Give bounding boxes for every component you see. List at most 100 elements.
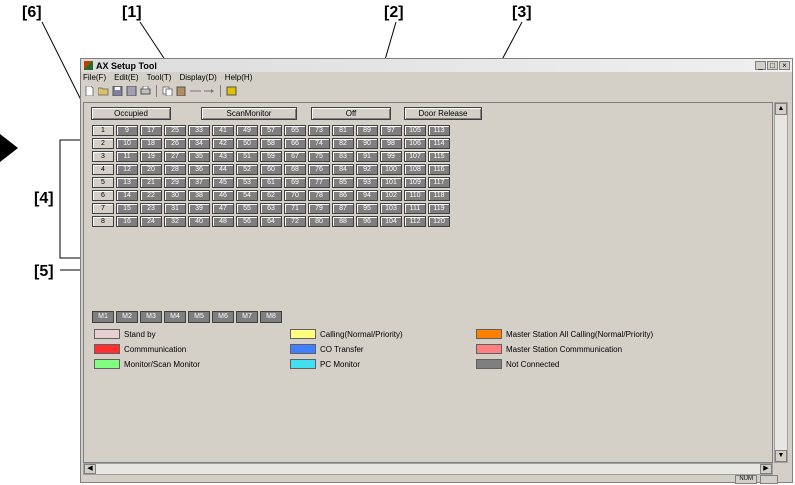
station-button[interactable]: 22 [140, 190, 162, 201]
paste-icon[interactable] [176, 86, 187, 96]
master-station-button[interactable]: M3 [140, 311, 162, 323]
open-folder-icon[interactable] [98, 86, 109, 96]
station-button[interactable]: 52 [236, 164, 258, 175]
station-button[interactable]: 44 [212, 164, 234, 175]
station-button[interactable]: 108 [404, 164, 426, 175]
station-button[interactable]: 67 [284, 151, 306, 162]
line-icon[interactable] [190, 86, 201, 96]
station-button[interactable]: 39 [188, 203, 210, 214]
print-icon[interactable] [140, 86, 151, 96]
station-button[interactable]: 56 [236, 216, 258, 227]
station-button[interactable]: 97 [380, 125, 402, 136]
station-button[interactable]: 95 [356, 203, 378, 214]
master-station-button[interactable]: M8 [260, 311, 282, 323]
station-button[interactable]: 30 [164, 190, 186, 201]
station-button[interactable]: 104 [380, 216, 402, 227]
station-button[interactable]: 74 [308, 138, 330, 149]
station-button[interactable]: 40 [188, 216, 210, 227]
station-button[interactable]: 51 [236, 151, 258, 162]
station-button[interactable]: 25 [164, 125, 186, 136]
station-button[interactable]: 31 [164, 203, 186, 214]
station-button[interactable]: 43 [212, 151, 234, 162]
row-selector-button[interactable]: 8 [92, 216, 114, 227]
scroll-down-button[interactable]: ▼ [775, 450, 787, 462]
station-button[interactable]: 68 [284, 164, 306, 175]
station-button[interactable]: 113 [428, 125, 450, 136]
station-button[interactable]: 83 [332, 151, 354, 162]
station-button[interactable]: 55 [236, 203, 258, 214]
station-button[interactable]: 109 [404, 177, 426, 188]
station-button[interactable]: 19 [140, 151, 162, 162]
station-button[interactable]: 20 [140, 164, 162, 175]
station-button[interactable]: 65 [284, 125, 306, 136]
master-station-button[interactable]: M1 [92, 311, 114, 323]
station-button[interactable]: 54 [236, 190, 258, 201]
door-release-button[interactable]: Door Release [404, 107, 482, 120]
station-button[interactable]: 99 [380, 151, 402, 162]
station-button[interactable]: 92 [356, 164, 378, 175]
row-selector-button[interactable]: 7 [92, 203, 114, 214]
arrow-icon[interactable] [204, 86, 215, 96]
station-button[interactable]: 29 [164, 177, 186, 188]
station-button[interactable]: 115 [428, 151, 450, 162]
horizontal-scrollbar[interactable]: ◀ ▶ [83, 463, 773, 475]
row-selector-button[interactable]: 6 [92, 190, 114, 201]
station-button[interactable]: 28 [164, 164, 186, 175]
row-selector-button[interactable]: 4 [92, 164, 114, 175]
menu-tool[interactable]: Tool(T) [147, 73, 172, 82]
master-station-button[interactable]: M4 [164, 311, 186, 323]
station-button[interactable]: 120 [428, 216, 450, 227]
row-selector-button[interactable]: 5 [92, 177, 114, 188]
station-button[interactable]: 63 [260, 203, 282, 214]
station-button[interactable]: 88 [332, 216, 354, 227]
copy-icon[interactable] [162, 86, 173, 96]
station-button[interactable]: 84 [332, 164, 354, 175]
station-button[interactable]: 13 [116, 177, 138, 188]
menu-display[interactable]: Display(D) [179, 73, 216, 82]
station-button[interactable]: 111 [404, 203, 426, 214]
scroll-right-button[interactable]: ▶ [760, 464, 772, 474]
station-button[interactable]: 100 [380, 164, 402, 175]
station-button[interactable]: 107 [404, 151, 426, 162]
station-button[interactable]: 98 [380, 138, 402, 149]
station-button[interactable]: 117 [428, 177, 450, 188]
station-button[interactable]: 37 [188, 177, 210, 188]
station-button[interactable]: 15 [116, 203, 138, 214]
row-selector-button[interactable]: 2 [92, 138, 114, 149]
row-selector-button[interactable]: 1 [92, 125, 114, 136]
station-button[interactable]: 53 [236, 177, 258, 188]
station-button[interactable]: 118 [428, 190, 450, 201]
station-button[interactable]: 62 [260, 190, 282, 201]
station-button[interactable]: 38 [188, 190, 210, 201]
maximize-button[interactable]: □ [767, 61, 778, 70]
station-button[interactable]: 66 [284, 138, 306, 149]
menu-file[interactable]: File(F) [83, 73, 106, 82]
menu-edit[interactable]: Edit(E) [114, 73, 138, 82]
station-button[interactable]: 27 [164, 151, 186, 162]
station-button[interactable]: 87 [332, 203, 354, 214]
station-button[interactable]: 101 [380, 177, 402, 188]
scroll-left-button[interactable]: ◀ [84, 464, 96, 474]
station-button[interactable]: 49 [236, 125, 258, 136]
station-button[interactable]: 70 [284, 190, 306, 201]
station-button[interactable]: 64 [260, 216, 282, 227]
station-button[interactable]: 85 [332, 177, 354, 188]
station-button[interactable]: 79 [308, 203, 330, 214]
station-button[interactable]: 82 [332, 138, 354, 149]
station-button[interactable]: 18 [140, 138, 162, 149]
station-button[interactable]: 80 [308, 216, 330, 227]
master-station-button[interactable]: M7 [236, 311, 258, 323]
station-button[interactable]: 14 [116, 190, 138, 201]
station-button[interactable]: 75 [308, 151, 330, 162]
station-button[interactable]: 50 [236, 138, 258, 149]
station-button[interactable]: 103 [380, 203, 402, 214]
minimize-button[interactable]: _ [755, 61, 766, 70]
scroll-up-button[interactable]: ▲ [775, 103, 787, 115]
station-button[interactable]: 35 [188, 151, 210, 162]
station-button[interactable]: 41 [212, 125, 234, 136]
station-button[interactable]: 112 [404, 216, 426, 227]
station-button[interactable]: 57 [260, 125, 282, 136]
station-button[interactable]: 60 [260, 164, 282, 175]
station-button[interactable]: 86 [332, 190, 354, 201]
station-button[interactable]: 77 [308, 177, 330, 188]
